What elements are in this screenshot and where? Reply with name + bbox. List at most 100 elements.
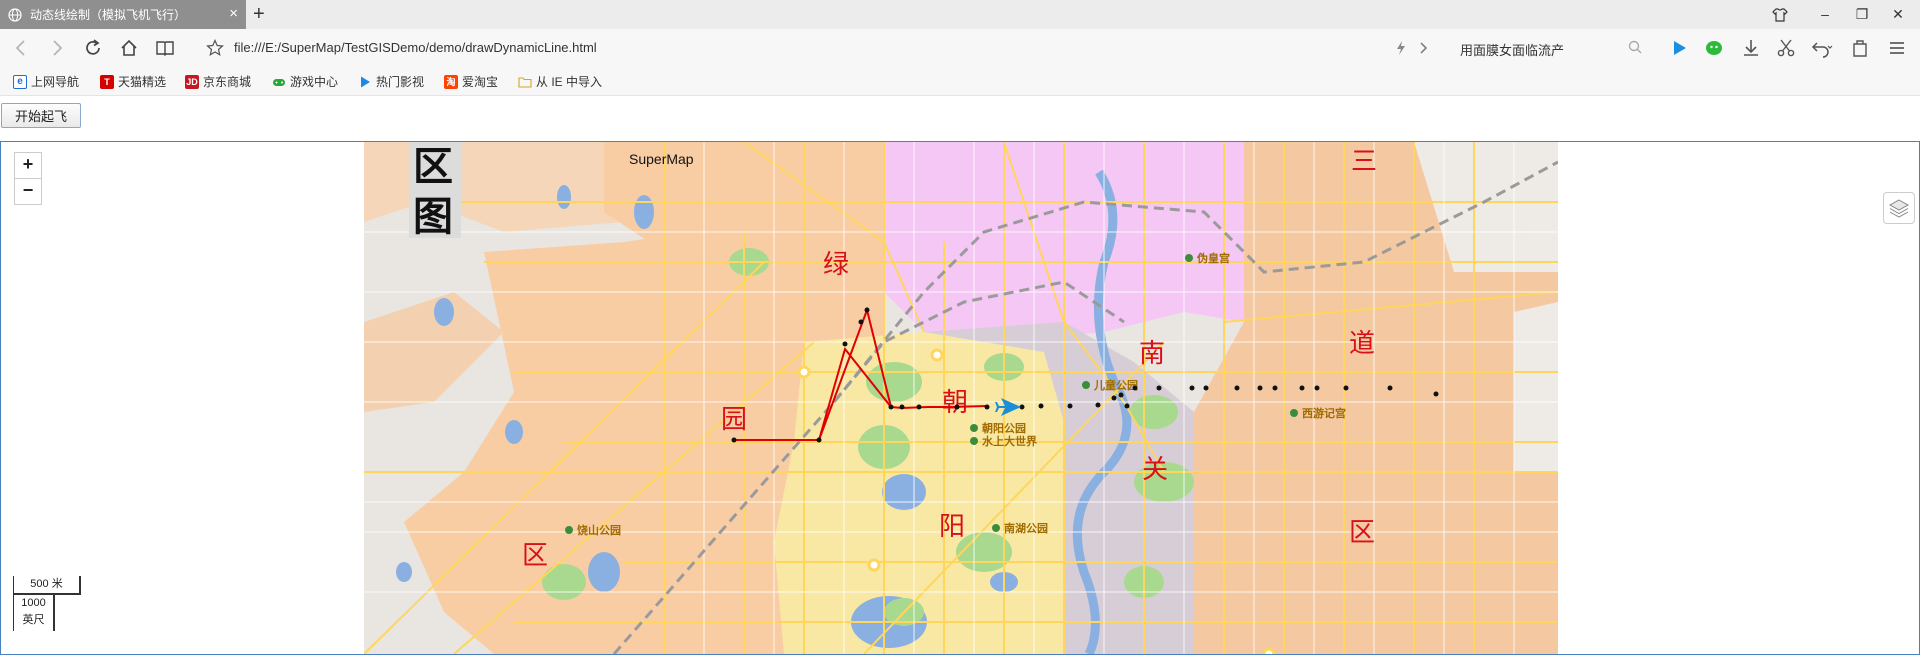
poi-chaoyang-park: 朝阳公园 <box>982 421 1026 435</box>
park-icon <box>970 437 978 445</box>
forward-button[interactable] <box>46 37 68 59</box>
bag-icon <box>1853 40 1867 57</box>
bookmark-label: 爱淘宝 <box>462 75 499 89</box>
map-label-qu-right: 区 <box>1349 518 1375 548</box>
active-tab[interactable]: 动态线绘制（模拟飞机飞行） × <box>0 0 246 29</box>
lightning-icon[interactable] <box>1394 40 1408 56</box>
park-icon <box>1290 409 1298 417</box>
bookmark-label: 上网导航 <box>31 75 80 89</box>
play-icon <box>361 76 370 87</box>
tab-strip: 动态线绘制（模拟飞机飞行） × + – ❐ ✕ <box>0 0 1920 29</box>
park-icon <box>565 526 573 534</box>
bookmark-jd[interactable]: JD 京东商城 <box>185 73 251 90</box>
back-arrow-icon <box>15 40 25 56</box>
shirt-icon[interactable] <box>1771 6 1789 24</box>
map-label-guan: 关 <box>1142 455 1168 485</box>
undo-close-button[interactable] <box>1811 38 1833 60</box>
gamepad-icon <box>273 78 285 86</box>
map-canvas[interactable]: 区 图 SuperMap 三 绿 南 道 园 朝 关 阳 区 区 伪皇宫 儿童公… <box>364 142 1558 654</box>
supermap-brand: SuperMap <box>629 151 694 167</box>
home-icon <box>121 39 137 56</box>
menu-button[interactable] <box>1886 38 1908 60</box>
ie-icon: e <box>13 74 27 89</box>
map-label-yuan: 园 <box>721 405 747 435</box>
map-label-san: 三 <box>1351 147 1377 177</box>
tmall-icon: T <box>100 74 114 89</box>
tab-title: 动态线绘制（模拟飞机飞行） <box>30 8 187 22</box>
bookmarks-bar: e 上网导航 T 天猫精选 JD 京东商城 游戏中心 热门影视 淘 爱淘宝 从 … <box>0 67 1920 96</box>
minimize-button[interactable]: – <box>1815 4 1835 24</box>
bookmark-label: 游戏中心 <box>290 75 339 89</box>
bookmark-videos[interactable]: 热门影视 <box>358 73 424 90</box>
bookmark-tmall[interactable]: T 天猫精选 <box>100 73 166 90</box>
bookmark-label: 天猫精选 <box>118 75 167 89</box>
bookmark-label: 热门影视 <box>376 75 425 89</box>
map-label-lv: 绿 <box>823 250 849 280</box>
video-play-button[interactable] <box>1668 38 1690 60</box>
back-button[interactable] <box>10 37 32 59</box>
map-label-qu-bottom: 区 <box>522 541 548 571</box>
bookmark-games[interactable]: 游戏中心 <box>272 73 338 90</box>
bookmark-aitaobao[interactable]: 淘 爱淘宝 <box>444 73 498 90</box>
reload-icon <box>86 39 100 55</box>
wechat-button[interactable] <box>1703 38 1725 60</box>
bookmark-nav[interactable]: e 上网导航 <box>13 73 79 90</box>
star-icon[interactable] <box>206 39 224 57</box>
globe-icon <box>8 7 22 22</box>
window-close-button[interactable]: ✕ <box>1888 4 1908 24</box>
forward-arrow-icon <box>53 40 63 56</box>
restore-button[interactable]: ❐ <box>1852 4 1872 24</box>
jd-icon: JD <box>185 74 199 89</box>
url-text[interactable]: file:///E:/SuperMap/TestGISDemo/demo/dra… <box>234 40 597 55</box>
taobao-icon: 淘 <box>444 74 458 89</box>
folder-icon <box>518 76 532 88</box>
wechat-icon <box>1706 41 1722 55</box>
poi-palace: 伪皇宫 <box>1196 251 1230 265</box>
bookmark-label: 京东商城 <box>203 75 252 89</box>
map-label-qu-top: 区 <box>413 144 453 190</box>
park-icon <box>1082 381 1090 389</box>
search-icon[interactable] <box>1628 40 1642 54</box>
map-label-yang: 阳 <box>939 512 965 542</box>
home-button[interactable] <box>118 37 140 59</box>
tab-close-icon[interactable]: × <box>229 6 238 22</box>
park-icon <box>1185 254 1193 262</box>
map-label-nan: 南 <box>1139 339 1165 369</box>
book-icon <box>156 41 174 56</box>
map-label-chao: 朝 <box>942 388 968 418</box>
start-flight-button[interactable]: 开始起飞 <box>1 103 81 128</box>
zoom-out-button[interactable]: − <box>14 178 42 205</box>
park-icon <box>970 424 978 432</box>
reader-button[interactable] <box>154 37 176 59</box>
poi-xiyouji: 西游记宫 <box>1302 406 1346 420</box>
park-icon <box>992 524 1000 532</box>
layers-icon <box>1888 199 1910 218</box>
search-box[interactable]: 用面膜女面临流产 <box>1450 36 1650 60</box>
address-bar[interactable]: file:///E:/SuperMap/TestGISDemo/demo/dra… <box>198 36 1428 60</box>
poi-children-park: 儿童公园 <box>1093 378 1138 392</box>
map-label-dao: 道 <box>1349 329 1375 359</box>
scale-imperial-value: 1000 <box>21 597 46 609</box>
download-icon <box>1744 40 1758 56</box>
map-container[interactable]: 区 图 SuperMap 三 绿 南 道 园 朝 关 阳 区 区 伪皇宫 儿童公… <box>0 141 1920 655</box>
new-tab-button[interactable]: + <box>253 2 265 26</box>
reload-button[interactable] <box>82 37 104 59</box>
scale-bar-imperial: 1000 英尺 <box>13 595 55 631</box>
chevron-right-icon[interactable] <box>1418 41 1430 55</box>
screenshot-button[interactable] <box>1775 38 1797 60</box>
poi-nanhu-park: 南湖公园 <box>1004 521 1048 535</box>
bookmark-label: 从 IE 中导入 <box>536 75 603 89</box>
hamburger-icon <box>1890 42 1904 54</box>
navigation-bar: file:///E:/SuperMap/TestGISDemo/demo/dra… <box>0 29 1920 67</box>
scissors-icon <box>1777 39 1795 57</box>
undo-icon <box>1811 42 1833 58</box>
shopping-bag-button[interactable] <box>1849 38 1871 60</box>
download-button[interactable] <box>1740 38 1762 60</box>
poi-water-world: 水上大世界 <box>982 434 1037 448</box>
zoom-in-button[interactable]: + <box>14 152 42 179</box>
scale-bar-metric: 500 米 <box>13 576 81 595</box>
layer-switcher-button[interactable] <box>1883 192 1915 224</box>
bookmark-import-ie[interactable]: 从 IE 中导入 <box>518 73 602 90</box>
scale-imperial-unit: 英尺 <box>22 614 45 626</box>
search-input[interactable]: 用面膜女面临流产 <box>1460 40 1564 59</box>
